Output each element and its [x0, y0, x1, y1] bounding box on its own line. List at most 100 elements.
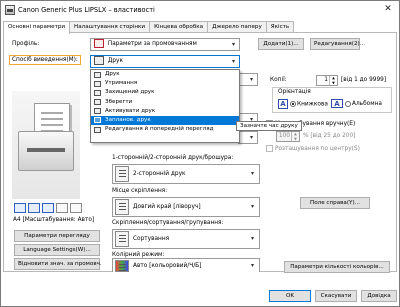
- profile-value: Параметри за промовчанням: [107, 41, 197, 47]
- menu-item-scheduled-print[interactable]: Запланов. друк: [91, 115, 239, 126]
- cancel-button[interactable]: Скасувати: [315, 290, 357, 302]
- restore-defaults-button[interactable]: Відновити знач. за промовч.: [14, 258, 102, 270]
- output-method-label: Спосіб виведення(M):: [9, 55, 81, 65]
- binding-value: Довгий край [ліворуч]: [133, 204, 201, 210]
- spinner-arrows-icon[interactable]: ▲ ▼: [329, 76, 337, 85]
- printer-icon: [5, 5, 15, 15]
- orientation-portrait[interactable]: A Книжкова: [278, 99, 328, 109]
- collate-icon: [115, 231, 129, 247]
- scaling-input[interactable]: 100 ▲ ▼: [276, 131, 300, 142]
- profile-label: Профіль:: [12, 41, 40, 47]
- printer-properties-window: Canon Generic Plus LIPSLX – властивості …: [0, 0, 400, 307]
- binding-label: Місце скріплення:: [112, 188, 168, 194]
- color-mode-value: Авто [кольоровий/Ч/Б]: [133, 262, 202, 269]
- orientation-landscape[interactable]: A Альбомна: [331, 99, 382, 108]
- collate-label: Скріплення/сортування/групування:: [112, 220, 224, 226]
- menu-item-label: Утримання: [105, 80, 138, 87]
- portrait-icon: A: [278, 99, 288, 109]
- chevron-down-icon: ▾: [249, 76, 253, 83]
- duplex-value: 2-сторонній друк: [133, 171, 186, 177]
- output-method-menu: Друк Утримання Захищений друк Зберегти А…: [90, 69, 240, 143]
- output-method-select[interactable]: Друк ▾: [90, 55, 240, 68]
- finishing-icon[interactable]: [56, 203, 68, 213]
- color-mode-select[interactable]: Авто [кольоровий/Ч/Б] ▾: [112, 258, 260, 272]
- profile-icon: [94, 39, 104, 48]
- activate-icon: [94, 108, 101, 115]
- menu-item-store[interactable]: Зберегти: [91, 98, 239, 107]
- copies-label: Копії:: [270, 77, 287, 83]
- add-profile-button[interactable]: Додати(1)...: [258, 38, 304, 50]
- layout-icon[interactable]: [42, 203, 54, 213]
- center-position-label: Розташування по центру(S): [275, 146, 360, 152]
- preview-icon: [94, 126, 101, 133]
- copies-input[interactable]: 1 ▲ ▼: [316, 75, 338, 86]
- layout-select[interactable]: ▾: [238, 131, 258, 144]
- save-icon: [94, 99, 101, 106]
- profile-select[interactable]: Параметри за промовчанням ▾: [90, 38, 240, 51]
- hold-icon: [94, 80, 101, 87]
- page-size-select[interactable]: ▾: [238, 73, 258, 86]
- binding-icon: [115, 199, 129, 215]
- menu-item-label: Друк: [105, 71, 120, 77]
- scheduled-print-tooltip: Зазначте час друку: [236, 121, 302, 131]
- chevron-down-icon: ▾: [231, 58, 235, 65]
- landscape-radio[interactable]: [345, 100, 351, 107]
- layout-icon[interactable]: [14, 203, 26, 213]
- binding-select[interactable]: Довгий край [ліворуч] ▾: [112, 197, 260, 217]
- menu-item-label: Активувати друк: [105, 107, 156, 114]
- chevron-down-icon: ▾: [250, 203, 254, 210]
- menu-item-secure-print[interactable]: Захищений друк: [91, 88, 239, 97]
- lock-icon: [94, 89, 101, 96]
- chevron-down-icon: ▾: [250, 235, 254, 242]
- spinner-arrows-icon[interactable]: ▲ ▼: [291, 132, 299, 141]
- copies-value: 1: [324, 77, 328, 83]
- output-method-value: Друк: [107, 58, 123, 64]
- print-icon: [94, 56, 104, 65]
- preview-caption: А4 [Масштабування: Авто]: [13, 217, 95, 223]
- menu-item-label: Захищений друк: [105, 89, 155, 96]
- landscape-icon: A: [331, 99, 343, 108]
- scaling-range: % [від 25 до 200]: [303, 133, 356, 139]
- chevron-down-icon: ▾: [250, 170, 254, 177]
- collate-select[interactable]: Сортування ▾: [112, 229, 260, 249]
- title-bar: Canon Generic Plus LIPSLX – властивості …: [1, 1, 399, 19]
- menu-item-activate-print[interactable]: Активувати друк: [91, 107, 239, 116]
- menu-item-label: Запланов. друк: [105, 116, 151, 123]
- clock-icon: [94, 117, 101, 124]
- menu-item-label: Зберегти: [105, 98, 133, 105]
- collate-value: Сортування: [133, 236, 170, 242]
- scaling-value: 100: [278, 133, 290, 139]
- chevron-down-icon: ▾: [250, 262, 254, 269]
- printer-image: [18, 131, 74, 171]
- menu-item-print[interactable]: Друк: [91, 70, 239, 79]
- portrait-label: Книжкова: [297, 101, 328, 108]
- layout-icon[interactable]: [28, 203, 40, 213]
- center-position-checkbox[interactable]: [266, 145, 273, 152]
- print-preview: [12, 91, 80, 199]
- edit-profile-button[interactable]: Редагування(2)...: [310, 38, 365, 50]
- tab-basic-settings[interactable]: Основні параметри: [3, 21, 71, 34]
- portrait-radio[interactable]: [290, 101, 296, 107]
- chevron-down-icon: ▾: [249, 134, 253, 141]
- center-position-option[interactable]: Розташування по центру(S): [266, 145, 360, 152]
- duplex-select[interactable]: 2-сторонній друк ▾: [112, 164, 260, 184]
- help-button[interactable]: Довідка: [361, 290, 397, 302]
- landscape-label: Альбомна: [352, 101, 382, 107]
- color-quantity-button[interactable]: Параметри кількості кольорів...: [284, 261, 390, 273]
- language-settings-button[interactable]: Language Settings(W)...: [14, 244, 100, 256]
- ok-button[interactable]: OK: [269, 290, 311, 302]
- basic-settings-panel: Профіль: Параметри за промовчанням ▾ Дод…: [3, 32, 397, 273]
- chevron-down-icon: ▾: [231, 41, 235, 48]
- duplex-label: 1-сторонній/2-сторонній друк/брошура:: [112, 155, 234, 161]
- menu-item-hold[interactable]: Утримання: [91, 79, 239, 88]
- copies-range: [від 1 до 9999]: [341, 77, 387, 83]
- menu-item-edit-preview[interactable]: Редагування й попередній перегляд: [91, 125, 239, 134]
- binding-margin-button[interactable]: Поле справа(Y)...: [300, 197, 370, 209]
- window-title: Canon Generic Plus LIPSLX – властивості: [18, 6, 155, 14]
- page-view-settings-button[interactable]: Параметри перегляду: [14, 230, 100, 242]
- duplex-icon: [115, 166, 129, 182]
- preview-mode-icons: [14, 203, 82, 213]
- menu-item-label: Редагування й попередній перегляд: [105, 126, 214, 133]
- close-button[interactable]: ✕: [381, 3, 395, 16]
- finishing-icon[interactable]: [70, 203, 82, 213]
